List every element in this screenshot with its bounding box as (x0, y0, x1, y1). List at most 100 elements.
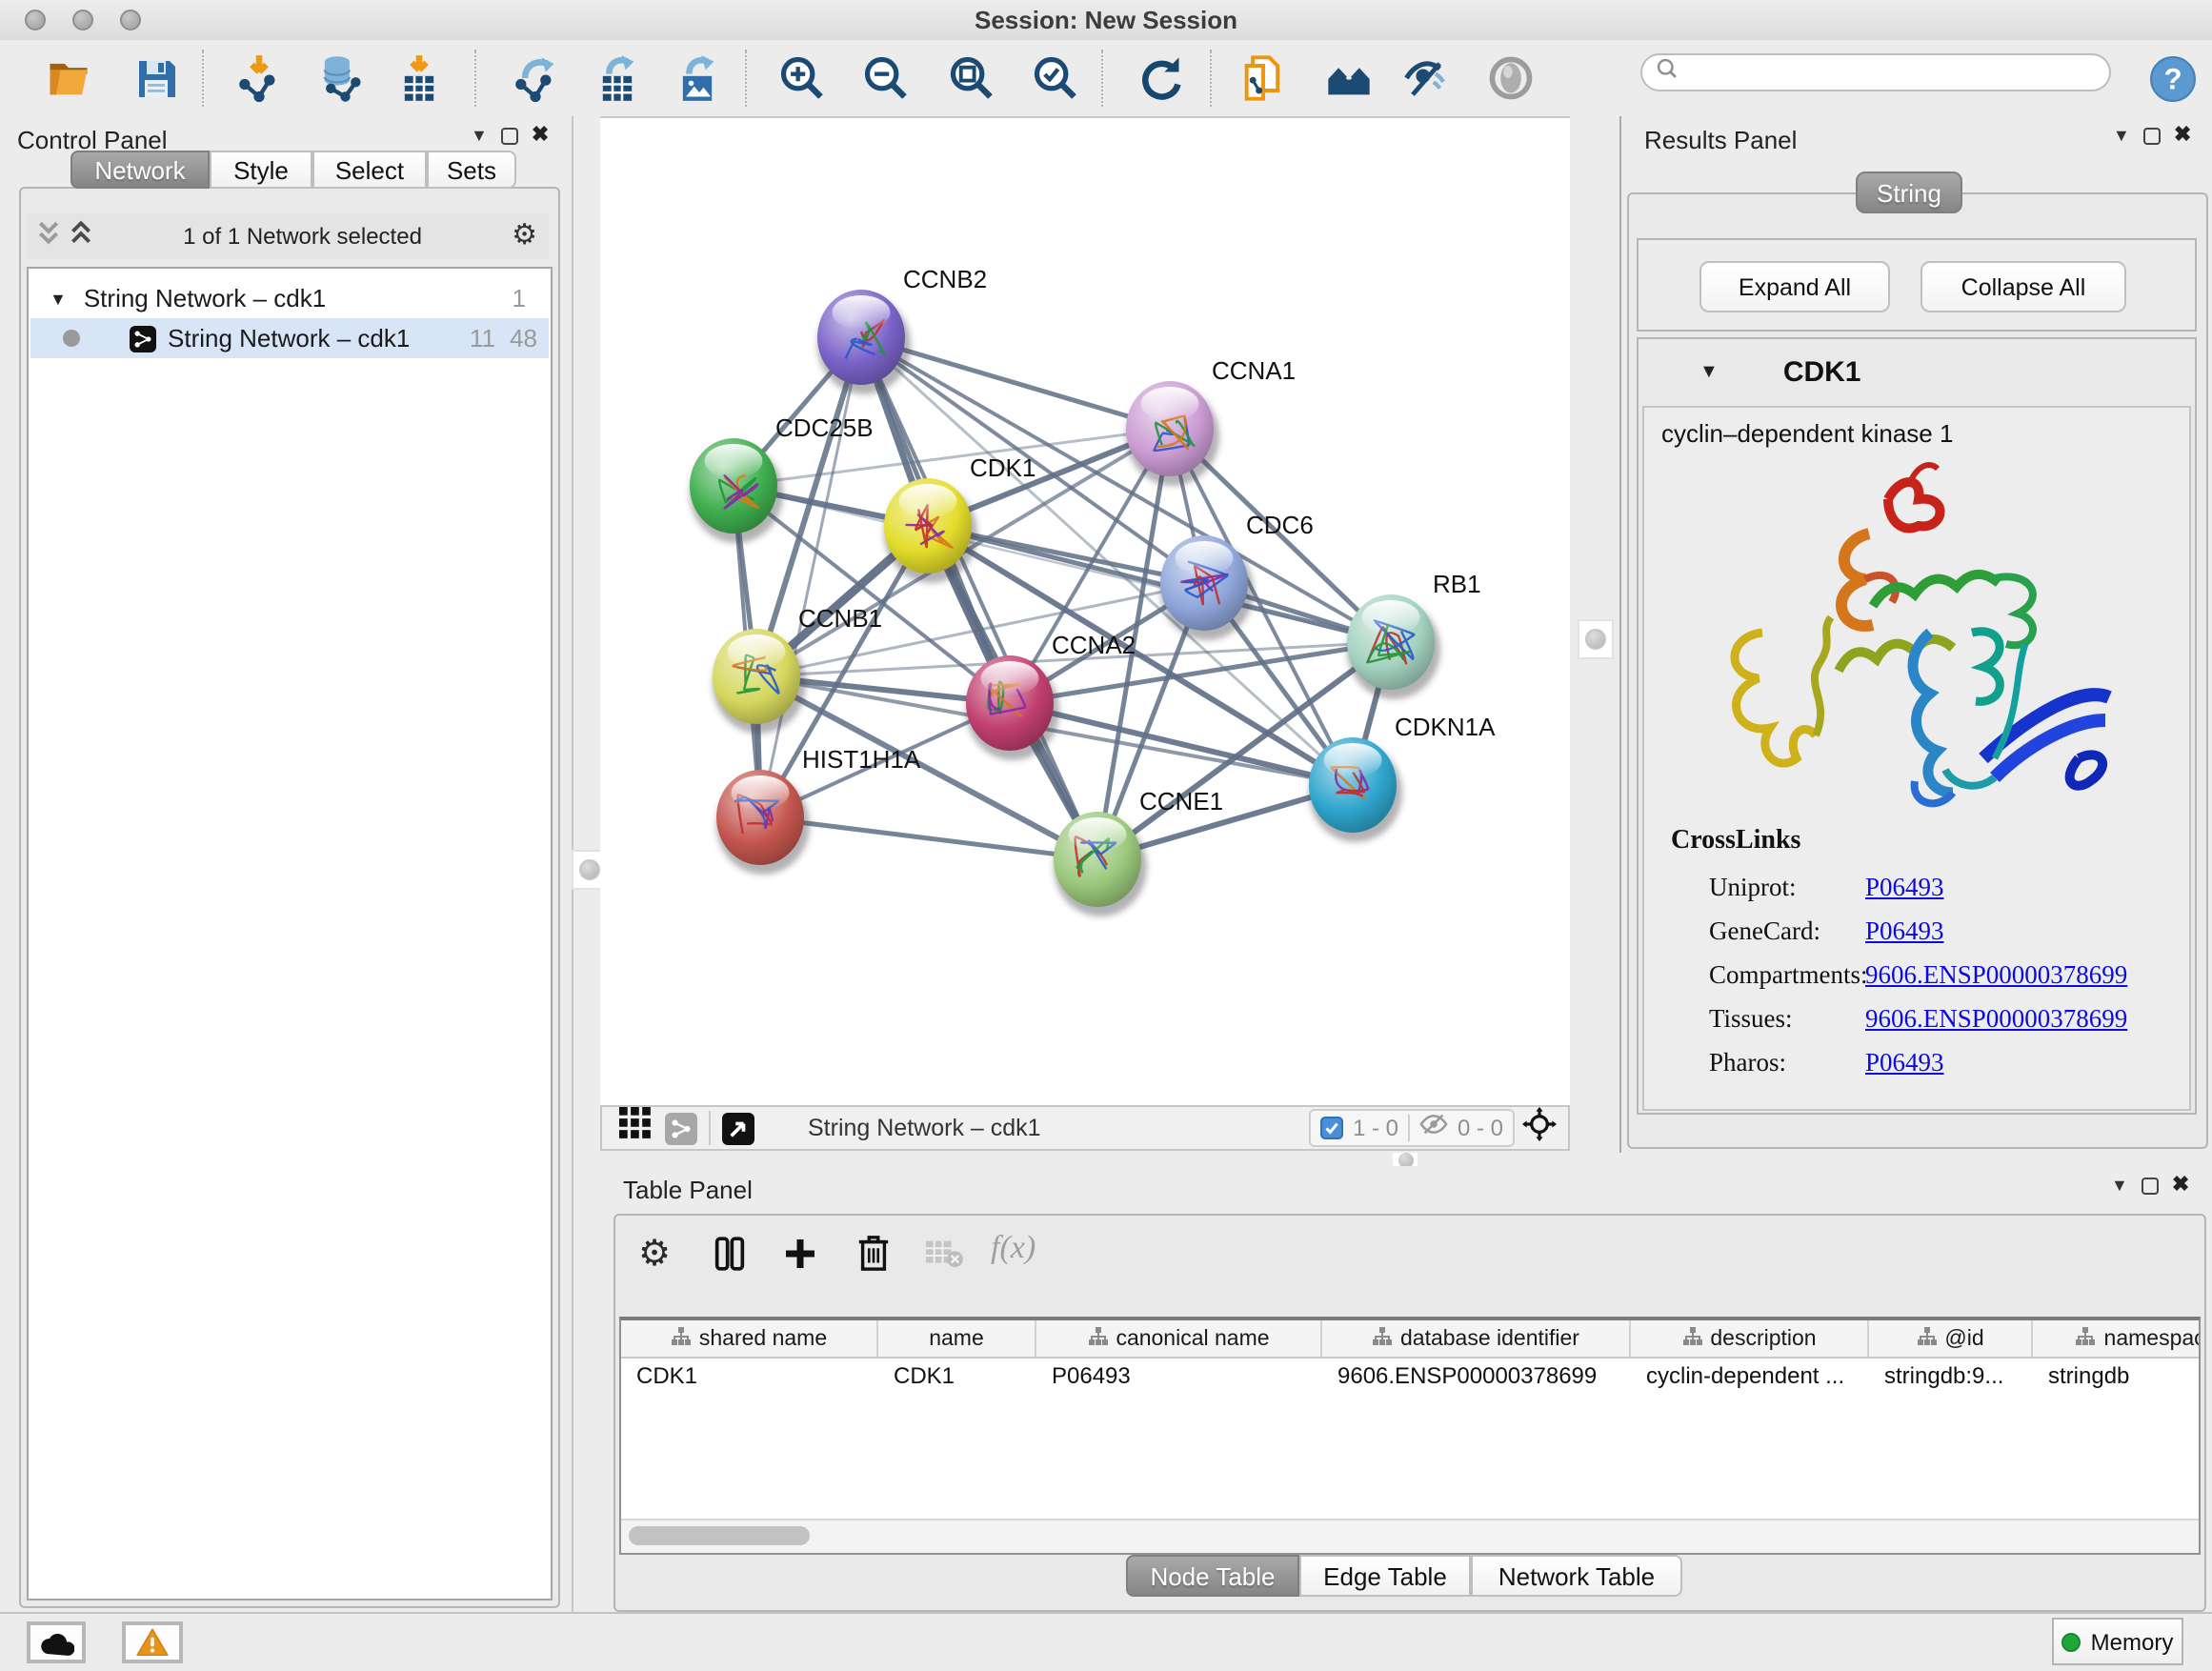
panel-menu-icon[interactable]: ▼ (2111, 1176, 2128, 1195)
panel-close-icon[interactable]: ✖ (532, 127, 549, 144)
panel-menu-icon[interactable]: ▼ (2113, 126, 2130, 145)
network-node-CDKN1A[interactable]: CDKN1A (1309, 713, 1496, 842)
column-header-name[interactable]: name (878, 1320, 1036, 1357)
export-image-icon[interactable] (671, 51, 724, 105)
node-result-header[interactable]: ▼ CDK1 (1639, 339, 2195, 404)
column-header-canonical-name[interactable]: canonical name (1036, 1320, 1322, 1357)
column-header-description[interactable]: description (1631, 1320, 1869, 1357)
tree-row-network[interactable]: String Network – cdk1 11 48 (30, 318, 549, 358)
function-builder-icon[interactable]: f(x) (991, 1229, 1036, 1267)
tab-network-table[interactable]: Network Table (1471, 1555, 1682, 1597)
expand-all-icon[interactable] (69, 218, 93, 254)
table-row[interactable]: CDK1CDK1P064939606.ENSP00000378699cyclin… (621, 1359, 2199, 1391)
column-header-namespace[interactable]: namespace (2033, 1320, 2201, 1357)
export-table-icon[interactable] (591, 51, 644, 105)
crosslink-link[interactable]: 9606.ENSP00000378699 (1865, 1004, 2127, 1035)
collapse-all-icon[interactable] (36, 218, 61, 254)
crosslink-label: Tissues: (1709, 1004, 1793, 1035)
expand-all-button[interactable]: Expand All (1699, 261, 1890, 312)
import-table-icon[interactable] (392, 51, 446, 105)
application-window: Session: New Session (0, 0, 2212, 1671)
network-canvas[interactable]: CCNB2CCNA1CDC25BCDK1CDC6RB1CCNB1CCNA2CDK… (600, 116, 1570, 1105)
tab-sets[interactable]: Sets (427, 151, 516, 189)
tree-row-collection[interactable]: ▼ String Network – cdk1 1 (30, 278, 549, 318)
tree-expander-icon[interactable]: ▼ (50, 289, 67, 308)
cloud-button[interactable] (27, 1621, 86, 1663)
hidden-eye-icon[interactable] (1419, 1111, 1448, 1145)
horizontal-scrollbar[interactable] (621, 1519, 2199, 1553)
network-node-RB1[interactable]: RB1 (1347, 570, 1481, 699)
tab-edge-table[interactable]: Edge Table (1299, 1555, 1471, 1597)
network-share-view-icon[interactable] (665, 1112, 697, 1144)
show-columns-icon[interactable] (711, 1235, 749, 1282)
navigator-icon[interactable] (722, 1112, 754, 1144)
search-input[interactable] (1679, 61, 2109, 84)
hidden-counts: 0 - 0 (1458, 1115, 1503, 1141)
tab-network[interactable]: Network (70, 151, 210, 189)
zoom-out-icon[interactable] (859, 51, 913, 105)
panel-float-icon[interactable] (501, 127, 518, 144)
crosslink-link[interactable]: P06493 (1865, 916, 1944, 947)
refresh-icon[interactable] (1134, 51, 1187, 105)
zoom-in-icon[interactable] (775, 51, 829, 105)
panel-close-icon[interactable]: ✖ (2174, 127, 2191, 144)
control-panel-splitter[interactable] (572, 116, 602, 1612)
column-header-shared-name[interactable]: shared name (621, 1320, 878, 1357)
grid-view-icon[interactable] (619, 1107, 652, 1149)
results-panel: Results Panel ▼ ✖ String Expand All Coll… (1619, 116, 2212, 1153)
node-label: CDC6 (1246, 511, 1314, 539)
splitter-grip[interactable] (1578, 619, 1614, 659)
panel-close-icon[interactable]: ✖ (2172, 1177, 2189, 1194)
network-node-CCNB1[interactable]: CCNB1 (713, 604, 882, 734)
memory-button[interactable]: Memory (2052, 1618, 2183, 1665)
import-network-database-icon[interactable] (312, 51, 366, 105)
delete-column-icon[interactable] (855, 1233, 892, 1282)
add-column-icon[interactable] (781, 1235, 819, 1282)
crosslink-link[interactable]: 9606.ENSP00000378699 (1865, 960, 2127, 991)
network-edge[interactable] (861, 337, 1097, 859)
network-edge[interactable] (928, 526, 1391, 642)
import-network-file-icon[interactable] (232, 51, 286, 105)
panel-menu-icon[interactable]: ▼ (471, 126, 488, 145)
level-of-detail-icon[interactable] (1484, 51, 1538, 105)
scrollbar-thumb[interactable] (629, 1526, 810, 1545)
show-all-networks-icon[interactable] (1322, 51, 1376, 105)
network-node-CDC6[interactable]: CDC6 (1160, 511, 1314, 640)
tab-style[interactable]: Style (210, 151, 312, 189)
network-node-CCNE1[interactable]: CCNE1 (1054, 787, 1223, 916)
tree-options-gear-icon[interactable]: ⚙ (512, 223, 537, 250)
network-edge[interactable] (760, 817, 1097, 859)
tab-select[interactable]: Select (312, 151, 427, 189)
open-file-icon[interactable] (42, 51, 95, 105)
tab-node-table[interactable]: Node Table (1126, 1555, 1299, 1597)
network-graph[interactable]: CCNB2CCNA1CDC25BCDK1CDC6RB1CCNB1CCNA2CDK… (600, 118, 1570, 1107)
table-panel-title: Table Panel (623, 1174, 753, 1208)
column-header--id[interactable]: @id (1869, 1320, 2033, 1357)
zoom-fit-icon[interactable] (945, 51, 998, 105)
zoom-selected-icon[interactable] (1029, 51, 1082, 105)
panel-float-icon[interactable] (2143, 127, 2161, 144)
export-network-icon[interactable] (509, 51, 562, 105)
selected-checkbox-icon[interactable] (1320, 1117, 1343, 1139)
help-icon[interactable]: ? (2145, 51, 2199, 105)
hide-graphics-details-icon[interactable] (1398, 51, 1452, 105)
fit-content-crosshair-icon[interactable] (1522, 1106, 1557, 1150)
table-panel-splitter[interactable] (600, 1153, 2212, 1166)
panel-float-icon[interactable] (2142, 1177, 2159, 1194)
main-toolbar: ? (0, 40, 2212, 118)
crosslink-link[interactable]: P06493 (1865, 873, 1944, 903)
column-type-icon (671, 1325, 692, 1352)
crosslink-link[interactable]: P06493 (1865, 1048, 1944, 1078)
copy-style-icon[interactable] (1237, 51, 1290, 105)
network-node-HIST1H1A[interactable]: HIST1H1A (716, 745, 921, 875)
save-session-icon[interactable] (130, 51, 183, 105)
section-collapse-icon[interactable]: ▼ (1699, 361, 1719, 382)
table-settings-gear-icon[interactable]: ⚙ (638, 1233, 671, 1277)
results-panel-splitter[interactable] (1570, 116, 1619, 1153)
delete-table-icon[interactable] (924, 1238, 964, 1278)
collapse-all-button[interactable]: Collapse All (1920, 261, 2126, 312)
tab-string[interactable]: String (1856, 171, 1962, 213)
splitter-grip[interactable] (1393, 1153, 1418, 1166)
warning-button[interactable] (122, 1621, 183, 1663)
column-header-database-identifier[interactable]: database identifier (1322, 1320, 1631, 1357)
